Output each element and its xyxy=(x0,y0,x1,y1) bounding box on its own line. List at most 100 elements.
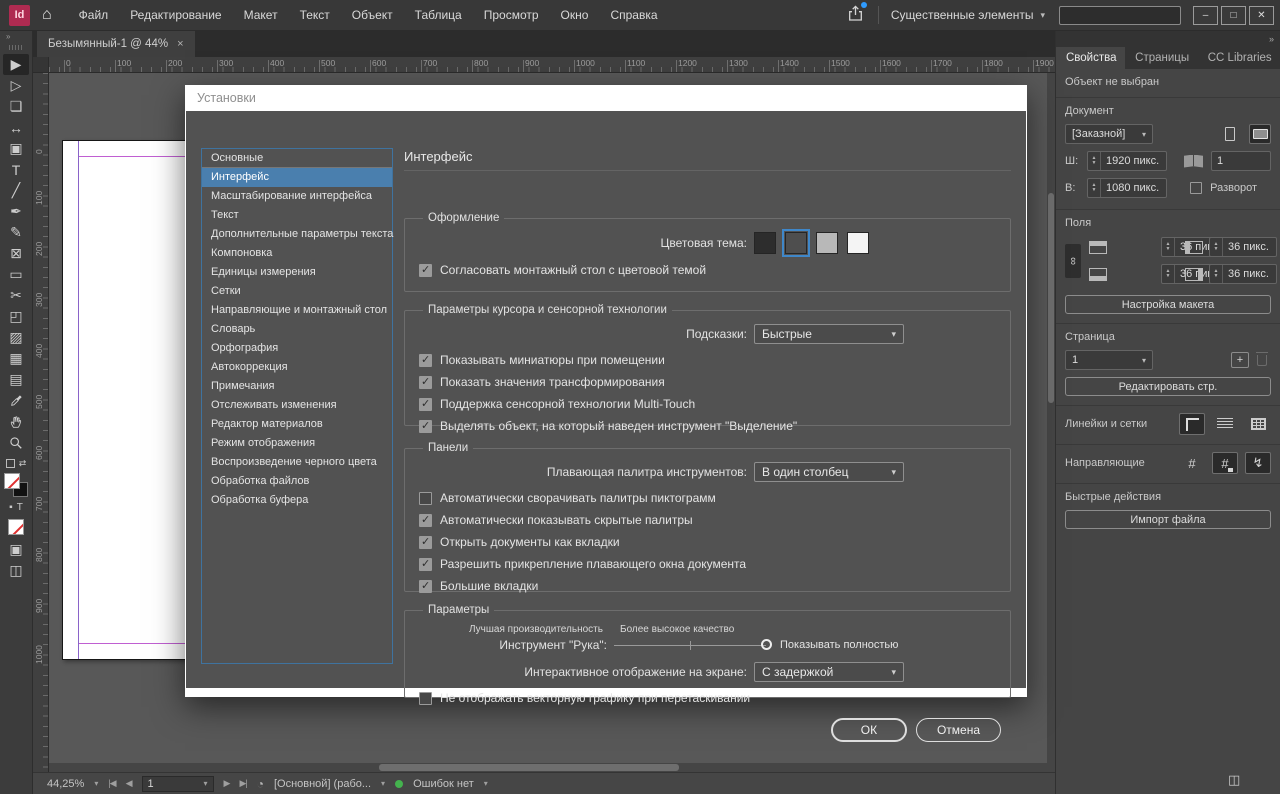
checkbox[interactable] xyxy=(419,580,432,593)
panel-tab-1[interactable]: Страницы xyxy=(1125,47,1198,69)
direct-selection-tool[interactable]: ▷ xyxy=(3,75,29,96)
spread-view-icon[interactable]: ◫ xyxy=(1228,772,1240,788)
checkbox-row[interactable]: Большие вкладки xyxy=(419,579,998,593)
pages-count-field[interactable]: 1 xyxy=(1211,151,1271,171)
stepper-icon[interactable]: ▲▼ xyxy=(1162,265,1175,283)
zoom-tool[interactable] xyxy=(3,432,29,453)
vertical-ruler[interactable]: 01002003004005006007008009001000 xyxy=(33,73,49,772)
color-theme-swatch[interactable] xyxy=(816,232,838,254)
checkbox-row[interactable]: Открыть документы как вкладки xyxy=(419,535,998,549)
show-guides-button[interactable]: # xyxy=(1179,452,1205,474)
stepper-icon[interactable]: ▲▼ xyxy=(1210,238,1223,256)
checkbox[interactable] xyxy=(419,536,432,549)
tooltips-dropdown[interactable]: Быстрые ▾ xyxy=(754,324,904,344)
live-screen-dropdown[interactable]: С задержкой ▾ xyxy=(754,662,904,682)
orientation-portrait-button[interactable] xyxy=(1219,124,1241,144)
prefs-section-item[interactable]: Редактор материалов xyxy=(202,415,392,434)
import-file-button[interactable]: Импорт файла xyxy=(1065,510,1271,529)
gap-tool[interactable]: ↔ xyxy=(3,117,29,138)
indesign-logo[interactable]: Id xyxy=(9,5,30,26)
menu-item-2[interactable]: Макет xyxy=(233,0,289,31)
tab-close-icon[interactable]: × xyxy=(177,38,183,50)
note-tool[interactable]: ▤ xyxy=(3,369,29,390)
prefs-section-item[interactable]: Орфография xyxy=(202,339,392,358)
checkbox-row[interactable]: Поддержка сенсорной технологии Multi-Tou… xyxy=(419,397,998,411)
menu-item-4[interactable]: Объект xyxy=(341,0,404,31)
search-input[interactable] xyxy=(1059,6,1181,25)
lock-guides-button[interactable]: # xyxy=(1212,452,1238,474)
share-button[interactable] xyxy=(847,5,864,25)
checkbox-row[interactable]: Показать значения трансформирования xyxy=(419,375,998,389)
prefs-section-item[interactable]: Направляющие и монтажный стол xyxy=(202,301,392,320)
panel-expand-icon[interactable]: » xyxy=(0,31,32,43)
orientation-landscape-button[interactable] xyxy=(1249,124,1271,144)
panel-grip[interactable] xyxy=(9,45,23,50)
prefs-section-item[interactable]: Текст xyxy=(202,206,392,225)
ruler-origin[interactable] xyxy=(33,57,49,73)
link-margins-button[interactable]: ∞ xyxy=(1065,244,1081,278)
menu-item-1[interactable]: Редактирование xyxy=(119,0,232,31)
checkbox-row[interactable]: Разрешить прикрепление плавающего окна д… xyxy=(419,557,998,571)
margin-field[interactable]: ▲▼36 пикс. xyxy=(1209,237,1277,257)
width-field[interactable]: ▲▼ 1920 пикс. xyxy=(1087,151,1167,171)
content-collector-tool[interactable]: ▣ xyxy=(3,138,29,159)
rectangle-tool[interactable]: ▭ xyxy=(3,264,29,285)
selection-tool[interactable]: ▶ xyxy=(3,54,29,75)
checkbox[interactable] xyxy=(419,492,432,505)
preflight-profile[interactable]: [Основной] (рабо... xyxy=(274,778,371,790)
scrollbar-thumb[interactable] xyxy=(379,764,679,771)
checkbox[interactable] xyxy=(419,420,432,433)
frame-tool[interactable]: ⊠ xyxy=(3,243,29,264)
previous-page-button[interactable]: ◀ xyxy=(126,778,132,789)
checkbox[interactable] xyxy=(419,692,432,705)
line-tool[interactable]: ╱ xyxy=(3,180,29,201)
checkbox[interactable] xyxy=(419,354,432,367)
page-number-field[interactable]: 1 ▾ xyxy=(142,776,214,792)
prefs-section-item[interactable]: Дополнительные параметры текста xyxy=(202,225,392,244)
pencil-tool[interactable]: ✎ xyxy=(3,222,29,243)
adjust-layout-button[interactable]: Настройка макета xyxy=(1065,295,1271,314)
zoom-level[interactable]: 44,25% xyxy=(47,778,84,790)
prefs-section-item[interactable]: Масштабирование интерфейса xyxy=(202,187,392,206)
panel-tab-0[interactable]: Свойства xyxy=(1056,47,1125,69)
page-dropdown[interactable]: 1 ▾ xyxy=(1065,350,1153,370)
gradient-feather-tool[interactable]: ▦ xyxy=(3,348,29,369)
close-button[interactable]: ✕ xyxy=(1249,6,1274,25)
color-theme-swatch[interactable] xyxy=(754,232,776,254)
add-page-button[interactable]: + xyxy=(1231,352,1249,368)
home-icon[interactable]: ⌂ xyxy=(42,6,52,24)
checkbox[interactable] xyxy=(419,558,432,571)
swap-fill-stroke-button[interactable]: ⇄ xyxy=(6,458,27,469)
stepper-icon[interactable]: ▲▼ xyxy=(1088,152,1101,170)
prefs-section-item[interactable]: Обработка файлов xyxy=(202,472,392,491)
document-grid-button[interactable] xyxy=(1245,413,1271,435)
page-tool[interactable]: ❏ xyxy=(3,96,29,117)
prefs-section-item[interactable]: Компоновка xyxy=(202,244,392,263)
prefs-section-item[interactable]: Основные xyxy=(202,149,392,168)
checkbox-row[interactable]: Выделять объект, на который наведен инст… xyxy=(419,419,998,433)
panel-tab-2[interactable]: CC Libraries xyxy=(1198,47,1280,69)
smart-guides-button[interactable]: ↯ xyxy=(1245,452,1271,474)
scrollbar-thumb[interactable] xyxy=(1048,193,1054,403)
last-page-button[interactable]: ▶| xyxy=(239,778,246,789)
preset-dropdown[interactable]: [Заказной] ▾ xyxy=(1065,124,1153,144)
margin-field[interactable]: ▲▼36 пикс. xyxy=(1209,264,1277,284)
prefs-section-item[interactable]: Обработка буфера xyxy=(202,491,392,510)
prefs-section-item[interactable]: Режим отображения xyxy=(202,434,392,453)
checkbox-row[interactable]: Автоматически сворачивать палитры пиктог… xyxy=(419,491,998,505)
minimize-button[interactable]: – xyxy=(1193,6,1218,25)
checkbox[interactable] xyxy=(419,376,432,389)
collapse-panel-icon[interactable]: » xyxy=(1269,34,1274,44)
checkbox[interactable] xyxy=(419,264,432,277)
checkbox-row[interactable]: Не отображать векторную графику при пере… xyxy=(419,691,998,705)
prefs-section-item[interactable]: Сетки xyxy=(202,282,392,301)
horizontal-ruler[interactable]: 0100200300400500600700800900100011001200… xyxy=(49,57,1055,73)
fill-swatch-none[interactable] xyxy=(4,473,20,489)
facing-pages-checkbox[interactable] xyxy=(1190,182,1202,194)
menu-item-8[interactable]: Справка xyxy=(599,0,668,31)
menu-item-7[interactable]: Окно xyxy=(550,0,600,31)
prefs-section-item[interactable]: Интерфейс xyxy=(202,168,392,187)
type-tool[interactable]: T xyxy=(3,159,29,180)
eyedropper-tool[interactable] xyxy=(3,390,29,411)
workspace-switcher[interactable]: Существенные элементы ▾ xyxy=(891,8,1045,22)
